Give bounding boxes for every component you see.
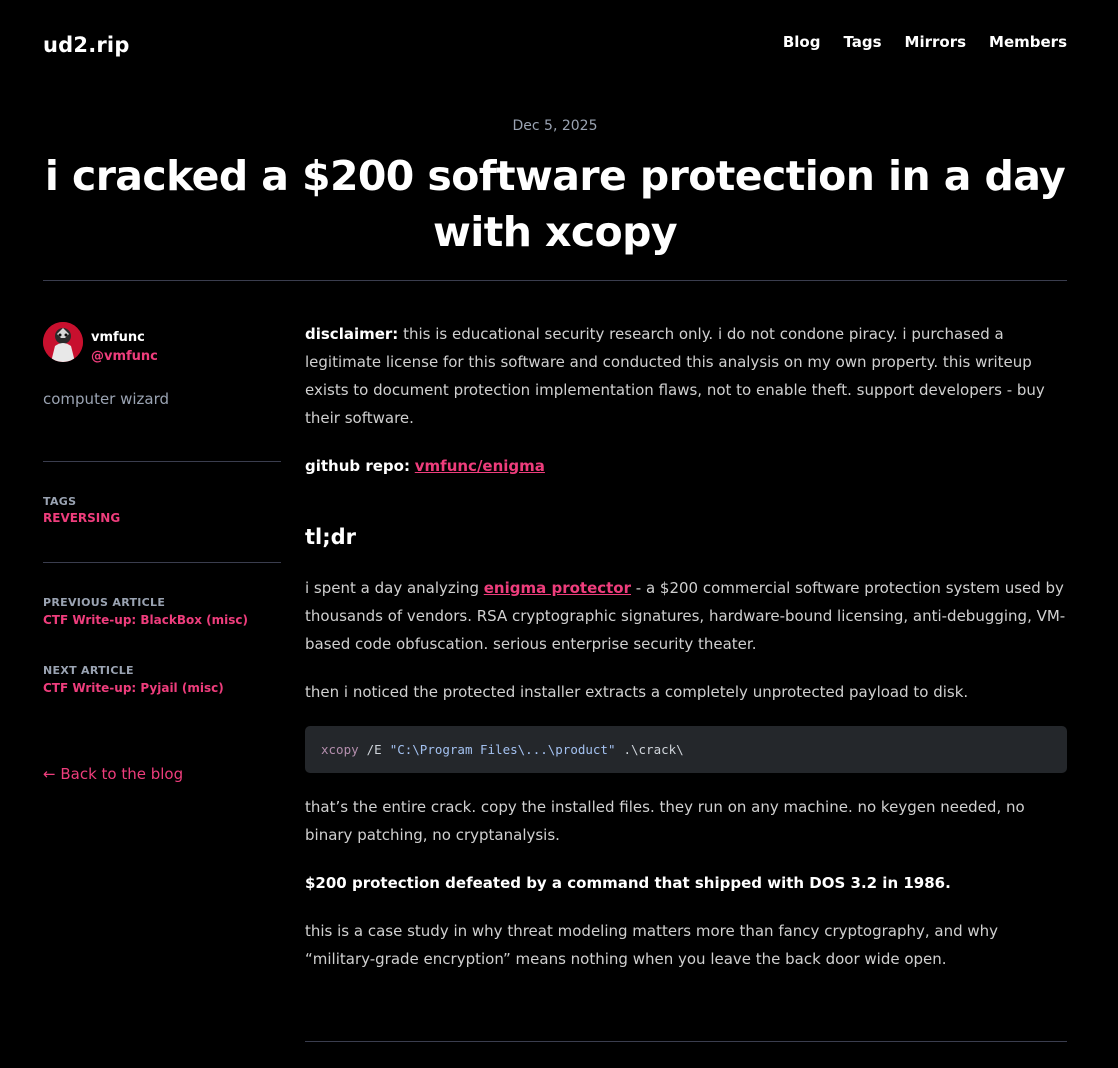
repo-paragraph: github repo: vmfunc/enigma	[305, 452, 1067, 480]
dos-statement: $200 protection defeated by a command th…	[305, 874, 951, 892]
next-article-link[interactable]: CTF Write-up: Pyjail (misc)	[43, 681, 281, 695]
nav-blog[interactable]: Blog	[783, 33, 821, 51]
avatar[interactable]	[43, 322, 83, 362]
author-info: vmfunc @vmfunc	[91, 328, 158, 366]
author-name: vmfunc	[91, 330, 145, 345]
next-article: NEXT ARTICLE CTF Write-up: Pyjail (misc)	[43, 664, 281, 695]
nav-tags[interactable]: Tags	[843, 33, 881, 51]
article-body: disclaimer: this is educational security…	[305, 320, 1067, 993]
enigma-protector-link[interactable]: enigma protector	[484, 579, 631, 597]
tags-label: TAGS	[43, 495, 77, 508]
intro-paragraph: i spent a day analyzing enigma protector…	[305, 574, 1067, 658]
disclaimer-text: this is educational security research on…	[305, 325, 1045, 427]
author-bio: computer wizard	[43, 390, 170, 408]
author-card: vmfunc @vmfunc computer wizard	[43, 322, 281, 408]
post-title: i cracked a $200 software protection in …	[44, 152, 1066, 256]
code-destination-path: .\crack\	[623, 741, 684, 757]
site-header: ud2.rip Blog Tags Mirrors Members	[43, 28, 1067, 62]
crack-paragraph: that’s the entire crack. copy the instal…	[305, 798, 1025, 844]
tag-reversing[interactable]: REVERSING	[43, 511, 281, 525]
sidebar-divider-2	[43, 562, 281, 563]
post-header: Dec 5, 2025 i cracked a $200 software pr…	[43, 118, 1067, 260]
tldr-heading: tl;dr	[305, 525, 357, 549]
main-nav: Blog Tags Mirrors Members	[783, 33, 1067, 51]
code-flag: /E	[366, 741, 382, 757]
author-handle[interactable]: @vmfunc	[91, 347, 158, 366]
dos-paragraph: $200 protection defeated by a command th…	[305, 869, 1067, 897]
previous-article-link[interactable]: CTF Write-up: BlackBox (misc)	[43, 613, 281, 627]
author: vmfunc @vmfunc	[43, 322, 281, 366]
article-footer-divider	[305, 1041, 1067, 1042]
previous-article-label: PREVIOUS ARTICLE	[43, 596, 166, 609]
nav-members[interactable]: Members	[989, 33, 1067, 51]
nav-mirrors[interactable]: Mirrors	[905, 33, 967, 51]
tags-section: TAGS REVERSING	[43, 495, 281, 525]
case-study-paragraph: this is a case study in why threat model…	[305, 922, 999, 968]
disclaimer-label: disclaimer:	[305, 325, 399, 343]
code-source-path: "C:\Program Files\...\product"	[389, 741, 616, 757]
repo-link[interactable]: vmfunc/enigma	[415, 457, 545, 475]
back-to-blog-link[interactable]: ← Back to the blog	[43, 765, 183, 783]
payload-paragraph: then i noticed the protected installer e…	[305, 683, 969, 701]
intro-text-before: i spent a day analyzing	[305, 579, 484, 597]
repo-label: github repo:	[305, 457, 410, 475]
code-block[interactable]: xcopy/E "C:\Program Files\...\product" .\c…	[305, 726, 1067, 773]
previous-article: PREVIOUS ARTICLE CTF Write-up: BlackBox …	[43, 596, 281, 627]
next-article-label: NEXT ARTICLE	[43, 664, 134, 677]
sidebar-divider-1	[43, 461, 281, 462]
disclaimer-paragraph: disclaimer: this is educational security…	[305, 320, 1067, 432]
code-command: xcopy	[321, 741, 359, 757]
header-divider	[43, 280, 1067, 281]
site-logo[interactable]: ud2.rip	[43, 33, 130, 57]
post-date: Dec 5, 2025	[512, 118, 598, 134]
